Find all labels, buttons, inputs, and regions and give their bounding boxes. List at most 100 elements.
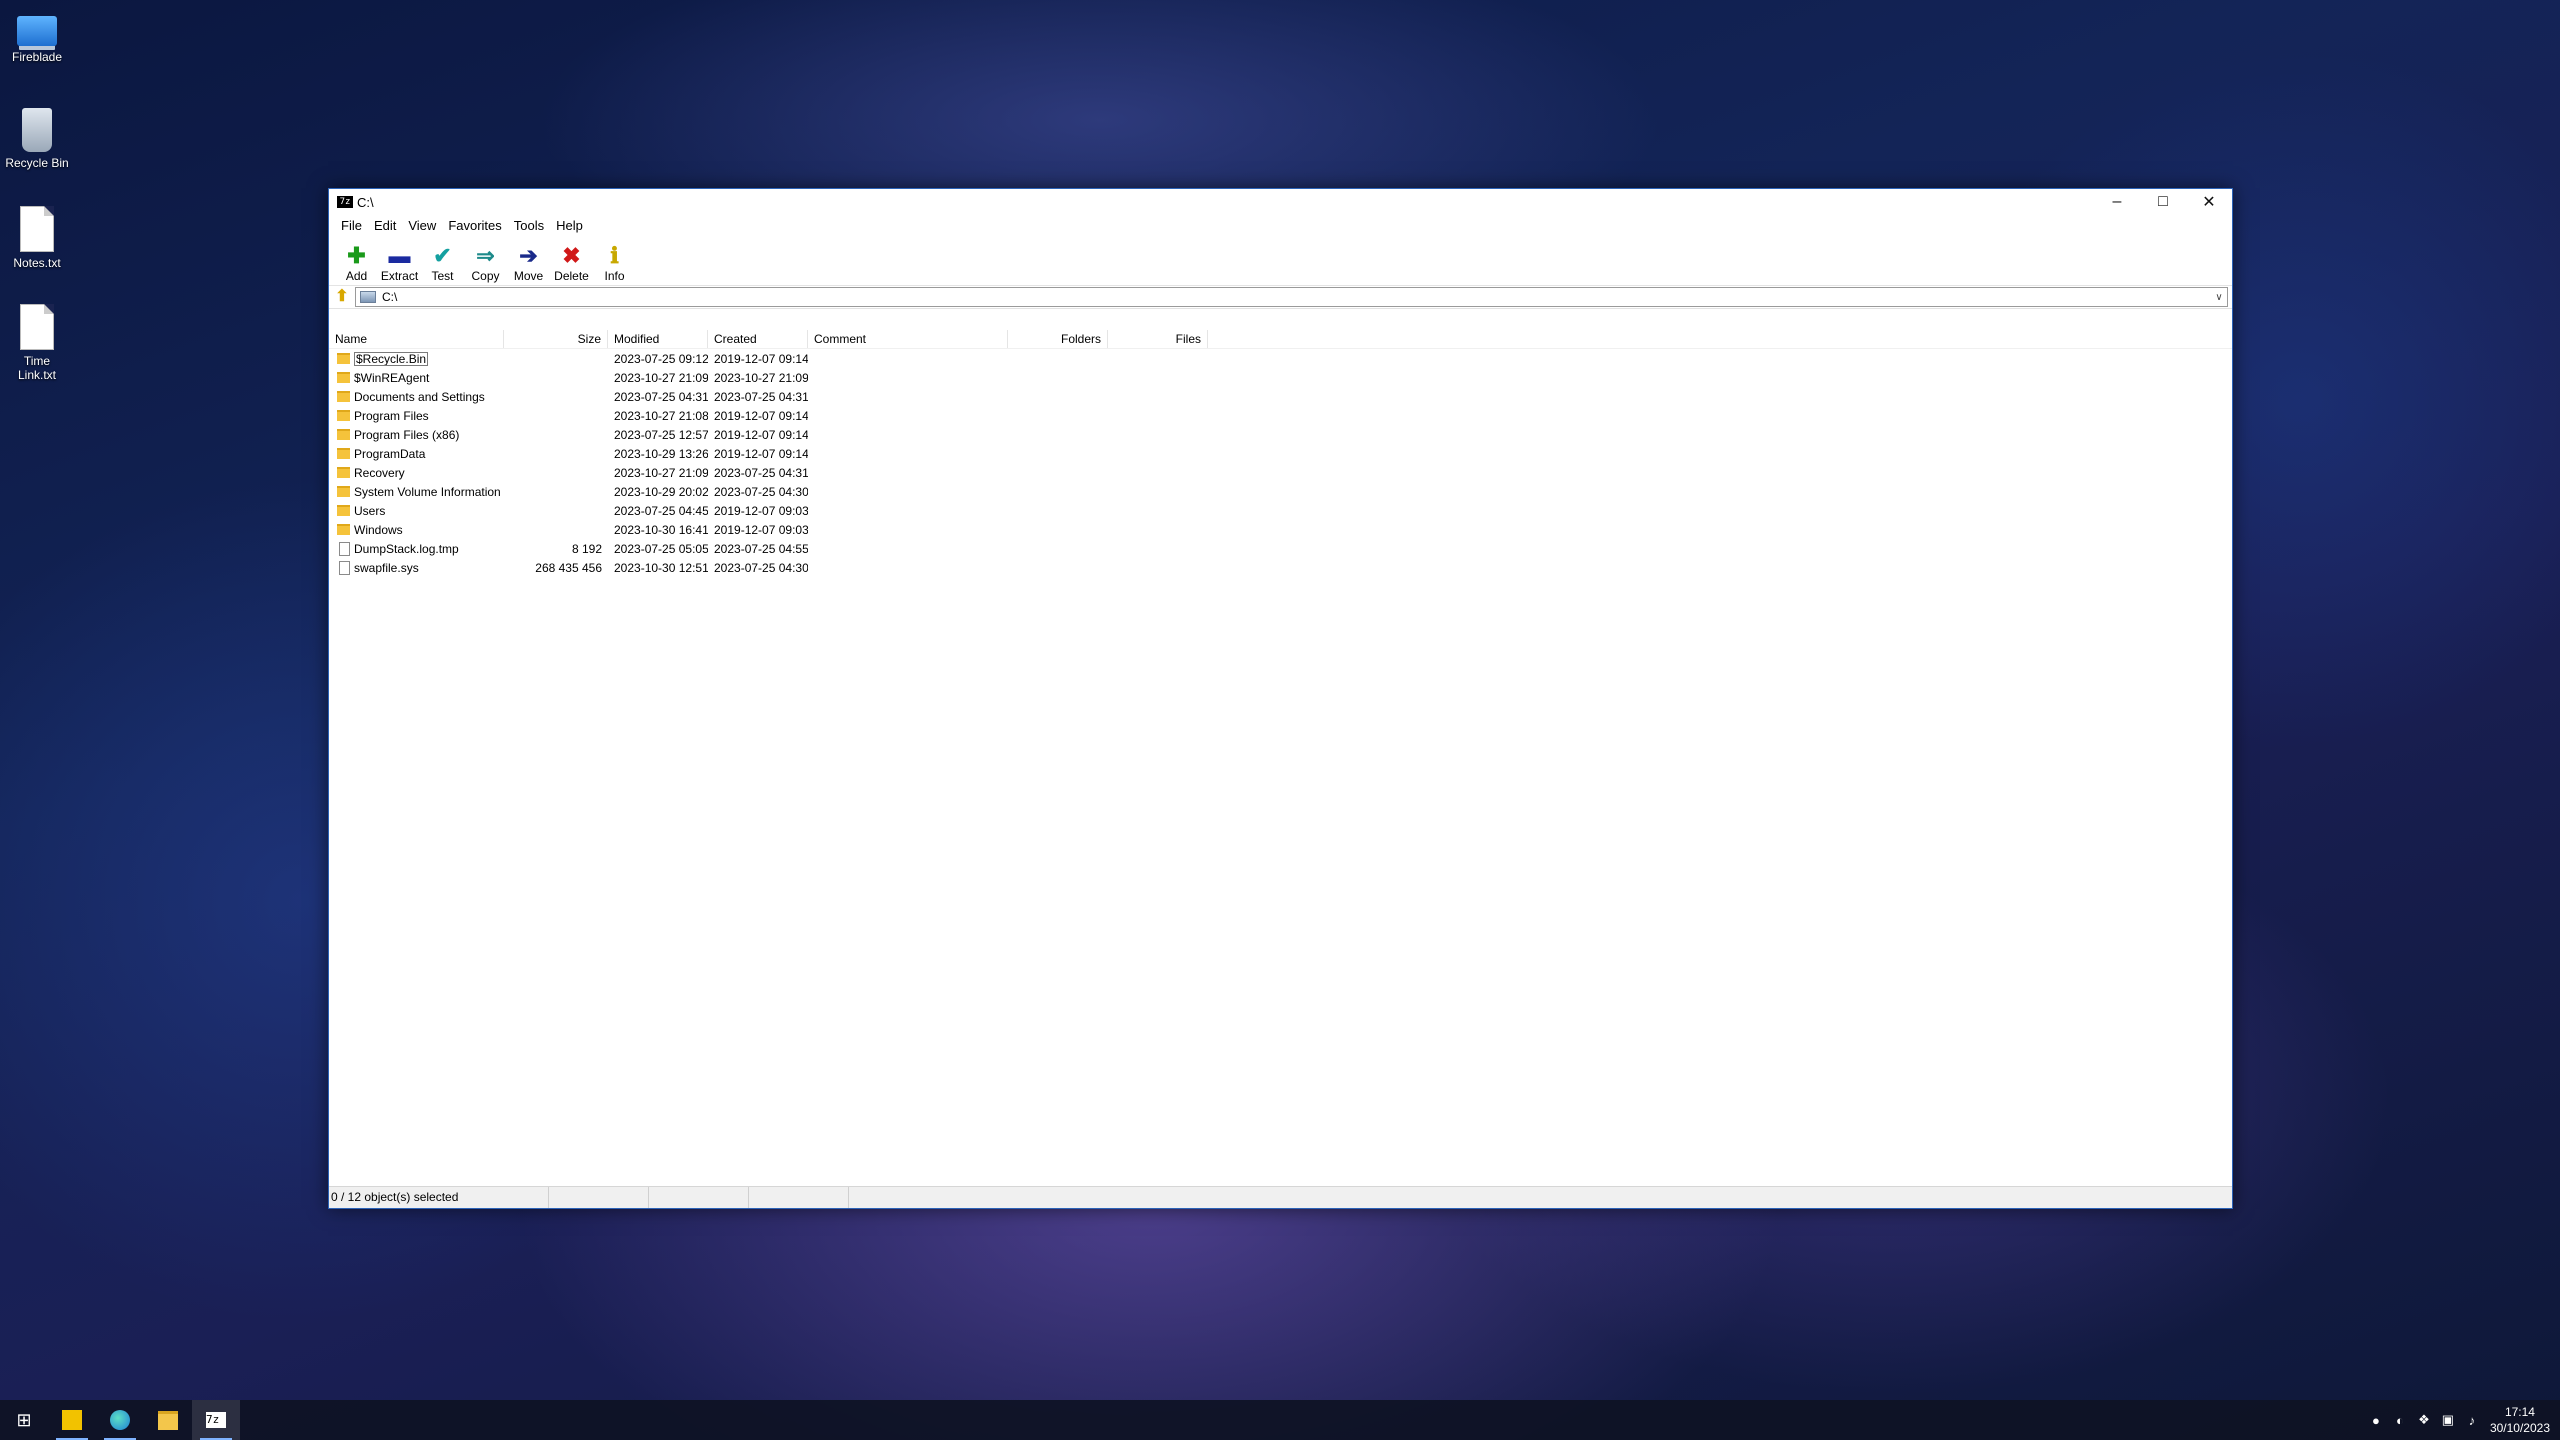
item-created: 2019-12-07 09:03 [714,503,808,518]
taskbar-file-explorer[interactable] [144,1400,192,1440]
item-name: $WinREAgent [354,370,430,385]
info-icon: ℹ [610,243,619,268]
item-created: 2023-07-25 04:30 [714,484,808,499]
toolbar-label: Test [431,269,454,283]
status-segment [549,1187,649,1208]
column-header-comment[interactable]: Comment [808,330,1008,348]
menu-file[interactable]: File [335,218,368,233]
menu-edit[interactable]: Edit [368,218,402,233]
folder-icon [337,372,350,383]
extract-button[interactable]: ▬ Extract [378,243,421,285]
menu-view[interactable]: View [402,218,442,233]
status-text: 0 / 12 object(s) selected [329,1187,549,1208]
taskbar-sticky-app[interactable] [48,1400,96,1440]
up-folder-button[interactable]: ⬆ [333,288,351,306]
list-item[interactable]: Recovery 2023-10-27 21:09 2023-07-25 04:… [329,463,2232,482]
item-created: 2023-07-25 04:55 [714,541,808,556]
item-modified: 2023-10-27 21:08 [614,408,708,423]
column-header-created[interactable]: Created [708,330,808,348]
cloud-sync-icon[interactable]: ◐ [2388,1413,2412,1428]
status-bar: 0 / 12 object(s) selected [329,1186,2232,1208]
desktop-icon-time-link[interactable]: Time Link.txt [4,298,70,382]
sticky-app-icon [62,1410,82,1430]
move-button[interactable]: ➔ Move [507,243,550,285]
list-item[interactable]: Program Files 2023-10-27 21:08 2019-12-0… [329,406,2232,425]
minimize-button[interactable]: – [2094,189,2140,215]
chevron-down-icon[interactable]: ∨ [2211,292,2227,303]
item-name: Documents and Settings [354,389,485,404]
file-icon [339,541,350,556]
toolbar-label: Info [604,269,625,283]
taskbar-clock[interactable]: 17:14 30/10/2023 [2484,1404,2560,1436]
desktop-icon-recycle-bin[interactable]: Recycle Bin [4,102,70,170]
item-modified: 2023-07-25 09:12 [614,351,708,366]
folder-icon [337,524,350,535]
taskbar-7zip[interactable]: 7z [192,1400,240,1440]
item-size: 268 435 456 [535,560,602,575]
add-button[interactable]: ✚ Add [335,243,378,285]
list-item[interactable]: Documents and Settings 2023-07-25 04:31 … [329,387,2232,406]
desktop-icon-notes[interactable]: Notes.txt [4,200,70,270]
item-created: 2023-07-25 04:31 [714,465,808,480]
folder-icon [337,353,350,364]
item-modified: 2023-10-27 21:09 [614,465,708,480]
apps-icon[interactable]: ❖ [2412,1412,2436,1428]
edge-icon [110,1410,130,1430]
item-created: 2019-12-07 09:14 [714,408,808,423]
file-list: Name Size Modified Created Comment Folde… [329,330,2232,1186]
address-input[interactable]: C:\ ∨ [355,287,2228,307]
list-item[interactable]: Program Files (x86) 2023-07-25 12:57 201… [329,425,2232,444]
item-created: 2019-12-07 09:14 [714,446,808,461]
item-created: 2019-12-07 09:03 [714,522,808,537]
desktop-icon-label: Time Link.txt [17,354,56,382]
toolbar-label: Move [513,269,544,283]
column-header-modified[interactable]: Modified [608,330,708,348]
close-icon: ✕ [2202,194,2216,211]
double-arrow-icon: ⇒ [476,243,495,268]
menu-favorites[interactable]: Favorites [442,218,507,233]
column-header-files[interactable]: Files [1108,330,1208,348]
text-file-icon [20,206,54,252]
list-item[interactable]: Users 2023-07-25 04:45 2019-12-07 09:03 [329,501,2232,520]
list-item[interactable]: swapfile.sys 268 435 456 2023-10-30 12:5… [329,558,2232,577]
maximize-button[interactable]: □ [2140,189,2186,215]
item-modified: 2023-07-25 12:57 [614,427,708,442]
taskbar-edge[interactable] [96,1400,144,1440]
desktop-icon-label: Recycle Bin [5,156,69,170]
window-title: C:\ [357,194,374,210]
list-item[interactable]: $Recycle.Bin 2023-07-25 09:12 2019-12-07… [329,349,2232,368]
copy-button[interactable]: ⇒ Copy [464,243,507,285]
item-modified: 2023-10-30 12:51 [614,560,708,575]
menu-tools[interactable]: Tools [508,218,550,233]
gamepad-icon[interactable]: ● [2364,1413,2388,1428]
column-header-name[interactable]: Name [329,330,504,348]
menu-help[interactable]: Help [550,218,589,233]
toolbar-label: Delete [554,269,589,283]
list-item[interactable]: Windows 2023-10-30 16:41 2019-12-07 09:0… [329,520,2232,539]
test-button[interactable]: ✔ Test [421,243,464,285]
network-icon[interactable]: ▣ [2436,1412,2460,1428]
item-name: Users [354,503,386,518]
check-icon: ✔ [433,243,452,268]
item-name: Windows [354,522,403,537]
folder-icon [337,429,350,440]
volume-icon[interactable]: ♪ [2460,1413,2484,1428]
start-button[interactable]: ⊞ [0,1400,48,1440]
list-item[interactable]: ProgramData 2023-10-29 13:26 2019-12-07 … [329,444,2232,463]
column-header-folders[interactable]: Folders [1008,330,1108,348]
list-item[interactable]: $WinREAgent 2023-10-27 21:09 2023-10-27 … [329,368,2232,387]
info-button[interactable]: ℹ Info [593,243,636,285]
desktop-icon-fireblade[interactable]: Fireblade [4,4,70,64]
title-bar[interactable]: 7z C:\ – □ ✕ [329,189,2232,215]
item-modified: 2023-10-29 20:02 [614,484,708,499]
x-icon: ✖ [562,243,581,268]
list-item[interactable]: DumpStack.log.tmp 8 192 2023-07-25 05:05… [329,539,2232,558]
close-button[interactable]: ✕ [2186,189,2232,215]
minimize-icon: – [2112,193,2122,210]
folder-icon [337,448,350,459]
delete-button[interactable]: ✖ Delete [550,243,593,285]
7zip-app-icon: 7z [337,196,353,208]
column-header-size[interactable]: Size [504,330,608,348]
list-item[interactable]: System Volume Information 2023-10-29 20:… [329,482,2232,501]
item-created: 2023-10-27 21:09 [714,370,808,385]
